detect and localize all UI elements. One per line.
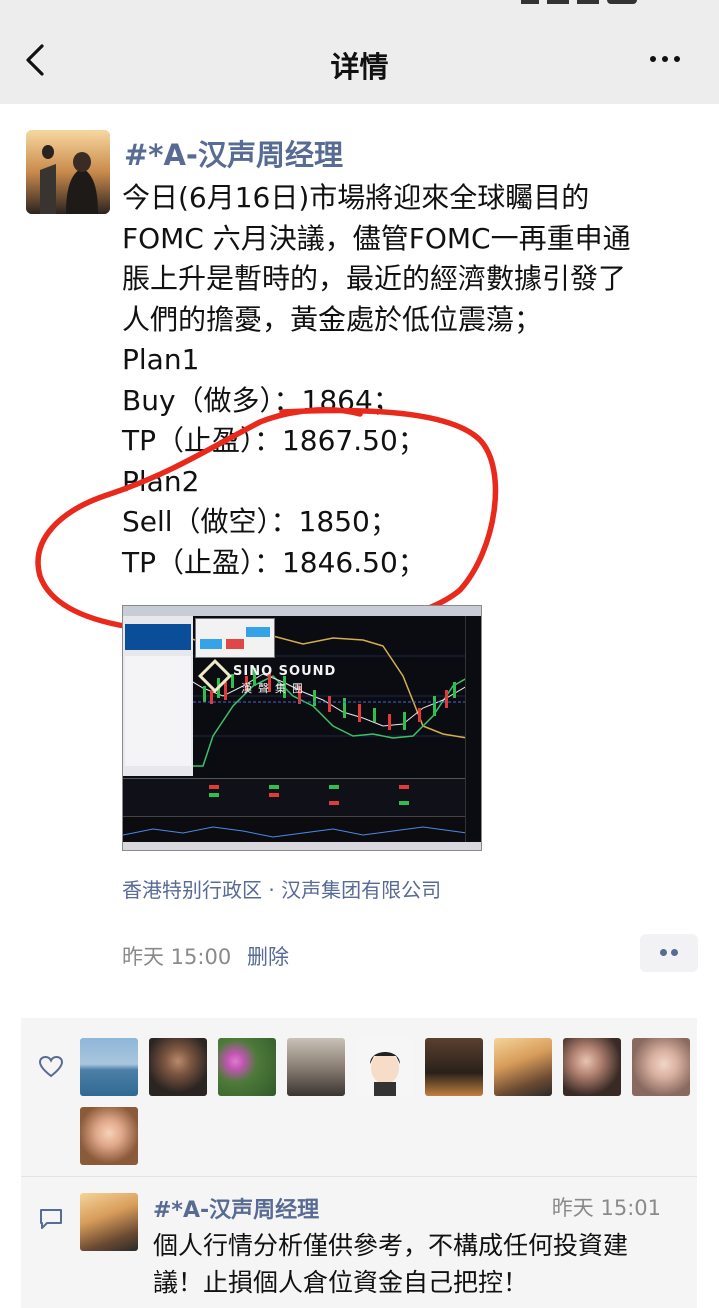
author-avatar[interactable] xyxy=(26,130,110,214)
liker-avatar[interactable] xyxy=(632,1038,690,1096)
post-author-name[interactable]: #*A-汉声周经理 xyxy=(124,132,343,174)
post-line: Sell（做空）：1850； xyxy=(122,505,398,538)
liker-avatar[interactable] xyxy=(218,1038,276,1096)
page-title: 详情 xyxy=(330,50,389,84)
commenter-avatar[interactable] xyxy=(80,1193,138,1251)
liker-avatar[interactable] xyxy=(149,1038,207,1096)
order-popup xyxy=(195,618,275,658)
post-line: 人們的擔憂，黃金處於低位震蕩； xyxy=(122,302,543,336)
comment-text[interactable]: 個人行情分析僅供參考，不構成任何投資建 議！止損個人倉位資金自己把控！ xyxy=(153,1227,673,1301)
post-line: Buy（做多）：1864； xyxy=(122,383,401,417)
post-line: Plan2 xyxy=(122,464,200,498)
comment-icon xyxy=(40,1209,62,1229)
post-line: Plan1 xyxy=(122,343,200,376)
liker-avatar[interactable] xyxy=(287,1038,345,1096)
status-bar xyxy=(0,0,719,10)
oscillator-panel xyxy=(123,816,468,844)
post-line: FOMC 六月決議，儘管FOMC一再重申通 xyxy=(122,221,631,255)
liker-avatar[interactable] xyxy=(80,1107,138,1165)
like-comment-action-button[interactable] xyxy=(640,934,698,972)
chart-logo-text: SINO SOUND xyxy=(233,664,337,679)
liker-avatar[interactable] xyxy=(494,1038,552,1096)
chart-window-titlebar xyxy=(123,606,481,616)
price-axis xyxy=(465,616,481,850)
navigation-bar: 详情 xyxy=(0,0,719,104)
liker-avatar[interactable] xyxy=(80,1038,138,1096)
post-content: 今日(6月16日)市場將迎來全球矚目的 FOMC 六月決議，儘管FOMC一再重申… xyxy=(122,178,692,583)
comment-line: 議！止損個人倉位資金自己把控！ xyxy=(153,1268,529,1297)
liker-avatar[interactable] xyxy=(356,1038,414,1096)
post-location[interactable]: 香港特别行政区 · 汉声集团有限公司 xyxy=(122,874,441,903)
comment-line: 個人行情分析僅供參考，不構成任何投資建 xyxy=(153,1231,629,1260)
status-icons xyxy=(521,0,681,6)
liker-avatar[interactable] xyxy=(563,1038,621,1096)
post-line: 脹上升是暫時的，最近的經濟數據引發了 xyxy=(122,262,627,295)
chart-time-axis xyxy=(123,842,481,850)
trade-panel xyxy=(123,616,193,776)
heart-icon xyxy=(38,1055,64,1078)
chart-logo-subtext: 漢聲集團 xyxy=(241,682,309,695)
commenter-name[interactable]: #*A-汉声周经理 xyxy=(153,1192,319,1224)
post-line: TP（止盈）：1846.50； xyxy=(122,545,426,579)
more-options-icon[interactable] xyxy=(647,48,685,72)
post-line: 今日(6月16日)市場將迎來全球矚目的 xyxy=(122,181,590,214)
comment-time: 昨天 15:01 xyxy=(551,1196,661,1220)
delete-button[interactable]: 删除 xyxy=(247,941,289,971)
post-line: TP（止盈）：1867.50； xyxy=(122,424,426,457)
liker-avatar[interactable] xyxy=(425,1038,483,1096)
trading-chart-image[interactable]: SINO SOUND 漢聲集團 xyxy=(122,605,482,851)
post-time: 昨天 15:00 xyxy=(122,945,232,969)
